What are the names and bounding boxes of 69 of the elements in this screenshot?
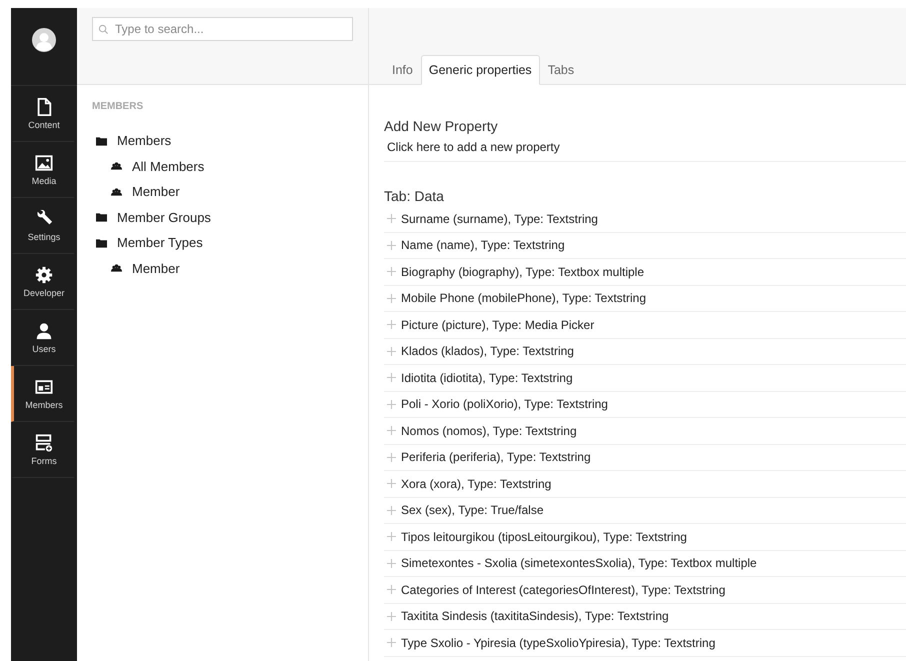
property-item[interactable]: Poli - Xorio (poliXorio), Type: Textstring: [401, 397, 608, 412]
nav-item[interactable]: Members: [11, 366, 74, 422]
drag-handle-icon[interactable]: [387, 294, 396, 303]
drag-handle-icon[interactable]: [387, 452, 396, 462]
property-item[interactable]: Categories of Interest (categoriesOfInterest), Type: Textstring: [401, 582, 726, 597]
tree-item[interactable]: Member: [92, 256, 353, 281]
nav-item[interactable]: Forms: [11, 422, 74, 478]
property-item[interactable]: Type Sxolio - Ypiresia (typeSxolioYpiresia), Type: Textstring: [401, 636, 716, 650]
add-property-link[interactable]: Click here to add a new property: [387, 140, 560, 154]
nav-item[interactable]: Settings: [11, 198, 74, 254]
drag-handle-icon[interactable]: [387, 506, 396, 515]
nav-item[interactable]: Media: [11, 142, 74, 198]
drag-handle-icon[interactable]: [387, 240, 396, 250]
users-icon: [111, 161, 122, 172]
drag-handle-icon[interactable]: [387, 346, 396, 356]
property-item[interactable]: Periferia (periferia), Type: Textstring: [401, 450, 591, 464]
drag-handle-icon[interactable]: [387, 373, 396, 382]
property-item[interactable]: Sex (sex), Type: True/false: [401, 503, 544, 518]
avatar-icon[interactable]: [32, 28, 56, 52]
image-icon: [35, 154, 53, 172]
user-icon: [35, 322, 53, 340]
property-item[interactable]: Taxitita Sindesis (taxititaSindesis), Type: Textstring: [401, 609, 669, 624]
drag-handle-icon[interactable]: [387, 479, 396, 488]
folder-icon: [96, 212, 107, 222]
tree-item[interactable]: Member: [92, 179, 353, 204]
property-item[interactable]: Surname (surname), Type: Textstring: [401, 212, 598, 226]
property-item[interactable]: Name (name), Type: Textstring: [401, 238, 565, 252]
drag-handle-icon[interactable]: [387, 426, 396, 436]
tab[interactable]: Info: [384, 55, 421, 85]
tree-item[interactable]: All Members: [92, 154, 353, 179]
users-icon: [111, 186, 122, 197]
nav-item[interactable]: Content: [11, 86, 74, 142]
search-icon: [98, 24, 109, 35]
tree-item[interactable]: Member Groups: [92, 204, 353, 230]
document-icon: [35, 98, 53, 116]
search-field[interactable]: Type to search...: [92, 17, 353, 41]
tab[interactable]: Generic properties: [420, 55, 540, 85]
property-item[interactable]: Tipos leitourgikou (tiposLeitourgikou), Type: Textstring: [401, 530, 687, 544]
property-item[interactable]: Picture (picture), Type: Media Picker: [401, 318, 594, 332]
group-title: Tab: Data: [384, 188, 445, 204]
gear-icon: [35, 266, 53, 284]
drag-handle-icon[interactable]: [387, 320, 396, 330]
drag-handle-icon[interactable]: [387, 400, 396, 409]
drag-handle-icon[interactable]: [387, 638, 396, 648]
drag-handle-icon[interactable]: [387, 267, 396, 276]
drag-handle-icon[interactable]: [387, 612, 396, 621]
property-item[interactable]: Simetexontes - Sxolia (simetexontesSxolia), Type: Textbox multiple: [401, 556, 757, 570]
property-item[interactable]: Biography (biography), Type: Textbox multiple: [401, 264, 644, 279]
section-heading: MEMBERS: [92, 101, 144, 112]
folder-icon: [96, 136, 107, 146]
property-item[interactable]: Klados (klados), Type: Textstring: [401, 344, 574, 358]
id-card-icon: [35, 378, 53, 396]
nav-item[interactable]: Developer: [11, 254, 74, 310]
tab[interactable]: Tabs: [540, 55, 582, 85]
property-item[interactable]: Xora (xora), Type: Textstring: [401, 476, 552, 491]
tree-item[interactable]: Members: [92, 128, 353, 154]
tree-item[interactable]: Member Types: [92, 230, 353, 256]
property-item[interactable]: Mobile Phone (mobilePhone), Type: Textstring: [401, 291, 646, 306]
drag-handle-icon[interactable]: [387, 558, 396, 568]
users-icon: [111, 263, 122, 274]
form-add-icon: [35, 434, 53, 452]
drag-handle-icon[interactable]: [387, 532, 396, 542]
folder-icon: [96, 238, 107, 248]
section-title: Add New Property: [384, 118, 499, 134]
property-item[interactable]: Nomos (nomos), Type: Textstring: [401, 424, 577, 438]
drag-handle-icon[interactable]: [387, 214, 396, 224]
nav-item[interactable]: Users: [11, 310, 74, 366]
property-item[interactable]: Idiotita (idiotita), Type: Textstring: [401, 370, 573, 385]
drag-handle-icon[interactable]: [387, 585, 396, 594]
